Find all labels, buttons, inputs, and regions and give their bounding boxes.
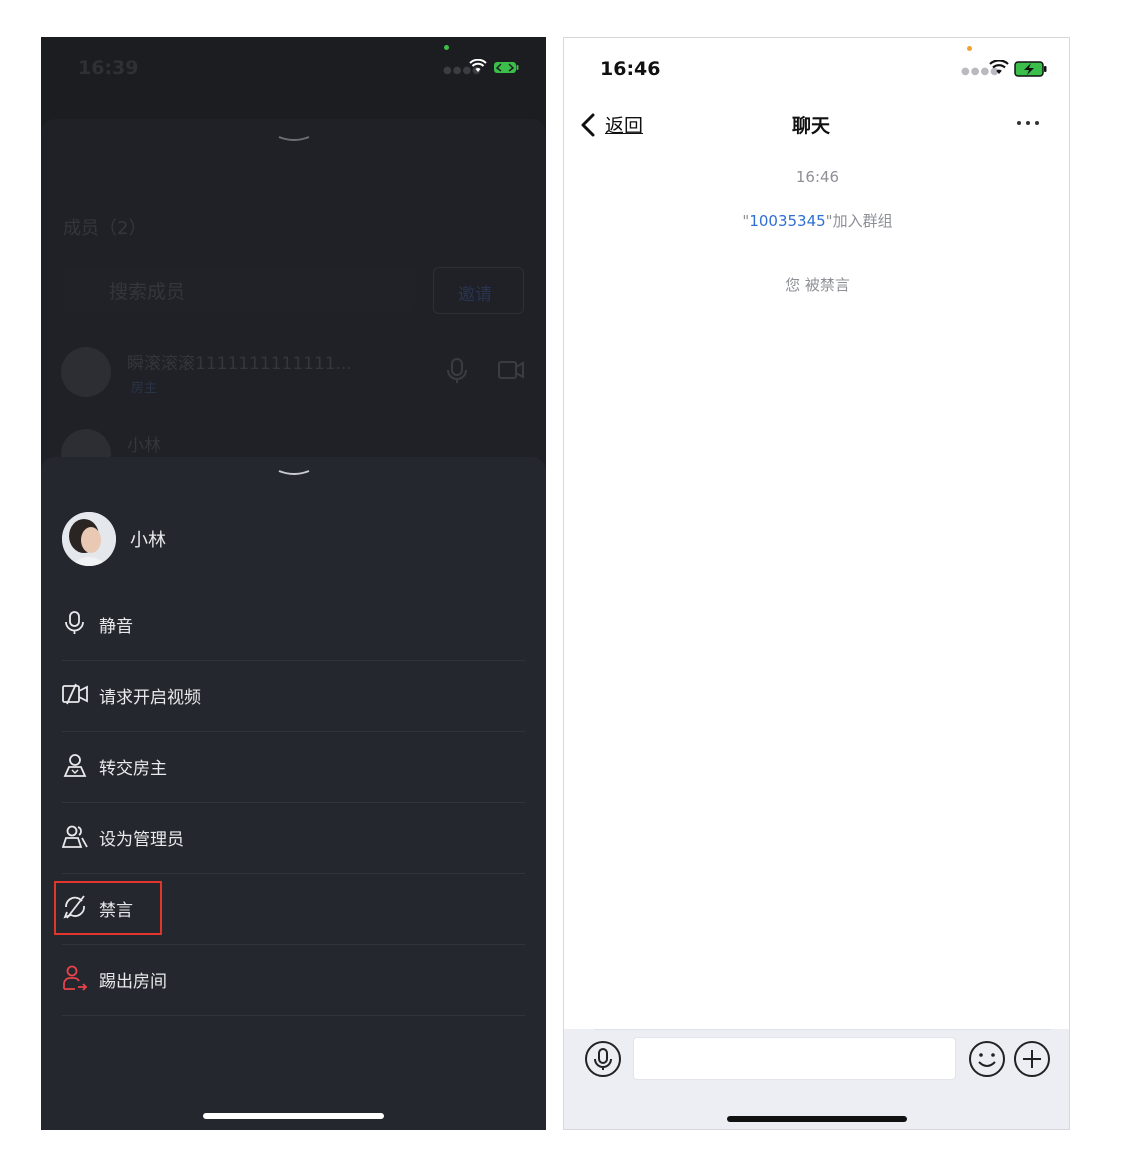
- menu-item-label: 转交房主: [99, 759, 167, 779]
- menu-item-set-admin[interactable]: 设为管理员: [62, 803, 525, 874]
- user-id-link[interactable]: 10035345: [749, 212, 825, 230]
- home-indicator[interactable]: [203, 1113, 384, 1119]
- collapse-handle-icon[interactable]: [277, 135, 311, 143]
- search-placeholder: 搜索成员: [109, 281, 186, 303]
- invite-button[interactable]: 邀请: [433, 267, 524, 314]
- menu-item-label: 设为管理员: [99, 830, 184, 850]
- avatar: [62, 512, 116, 566]
- join-suffix: "加入群组: [825, 212, 893, 230]
- member-name: 小林: [127, 436, 161, 456]
- home-indicator[interactable]: [727, 1116, 907, 1122]
- battery-icon: [494, 62, 519, 73]
- system-message-muted: 您 被禁言: [785, 276, 850, 294]
- back-button[interactable]: 返回: [605, 111, 643, 138]
- menu-item-mute-audio[interactable]: 静音: [62, 590, 525, 661]
- voice-input-icon[interactable]: [584, 1040, 622, 1078]
- members-panel: 成员（2） 搜索成员 邀请 瞬滚滚滚1111111111111... 房主 小林: [41, 119, 546, 499]
- message-input[interactable]: [633, 1037, 956, 1080]
- right-phone-screen: 16:46 ●●●● 返回 聊天 16:46 "10035345"加入群组 您 …: [563, 37, 1070, 1130]
- user-icon: [63, 754, 87, 777]
- divider: [594, 1029, 1051, 1030]
- invite-label: 邀请: [458, 285, 492, 305]
- wifi-icon: [469, 59, 487, 72]
- users-icon: [62, 825, 88, 848]
- selected-user-name: 小林: [130, 530, 166, 551]
- plus-icon[interactable]: [1013, 1040, 1051, 1078]
- highlight-annotation: [54, 881, 162, 935]
- mic-indicator-dot: [444, 45, 449, 50]
- microphone-icon: [65, 611, 84, 634]
- member-row[interactable]: 瞬滚滚滚1111111111111... 房主: [61, 347, 526, 407]
- emoji-icon[interactable]: [968, 1040, 1006, 1078]
- more-options-icon[interactable]: [1016, 120, 1040, 126]
- menu-item-label: 静音: [99, 617, 133, 637]
- menu-item-transfer-owner[interactable]: 转交房主: [62, 732, 525, 803]
- mic-indicator-dot: [967, 46, 972, 51]
- camera-icon[interactable]: [497, 359, 525, 381]
- members-title: 成员（2）: [63, 218, 147, 239]
- menu-item-label: 踢出房间: [99, 972, 167, 992]
- member-role: 房主: [131, 381, 158, 396]
- left-phone-screen: 16:39 ●●●● 成员（2） 搜索成员 邀请 瞬滚滚滚11111111111…: [41, 37, 546, 1130]
- menu-item-label: 请求开启视频: [99, 688, 201, 708]
- menu-item-request-video[interactable]: 请求开启视频: [62, 661, 525, 732]
- status-time: 16:39: [78, 57, 139, 79]
- camera-off-icon: [62, 683, 88, 705]
- back-arrow-icon[interactable]: [579, 113, 597, 137]
- battery-charging-icon: [1014, 61, 1047, 77]
- collapse-handle-icon[interactable]: [277, 469, 311, 477]
- member-search-input[interactable]: 搜索成员: [63, 267, 415, 313]
- wifi-icon: [989, 60, 1009, 74]
- member-action-sheet: 小林 静音 请求开启视频 转交房主 设为管理员 禁言 踢出房间: [41, 457, 546, 1130]
- status-time: 16:46: [600, 58, 661, 80]
- menu-item-kick-out[interactable]: 踢出房间: [62, 945, 525, 1016]
- chat-input-bar: [564, 1029, 1069, 1129]
- message-timestamp: 16:46: [795, 168, 840, 186]
- page-title: 聊天: [792, 115, 831, 137]
- member-name: 瞬滚滚滚1111111111111...: [127, 354, 352, 374]
- microphone-icon[interactable]: [446, 357, 468, 385]
- user-remove-icon: [63, 965, 88, 991]
- avatar: [61, 347, 111, 397]
- system-message-join: "10035345"加入群组: [564, 210, 1069, 231]
